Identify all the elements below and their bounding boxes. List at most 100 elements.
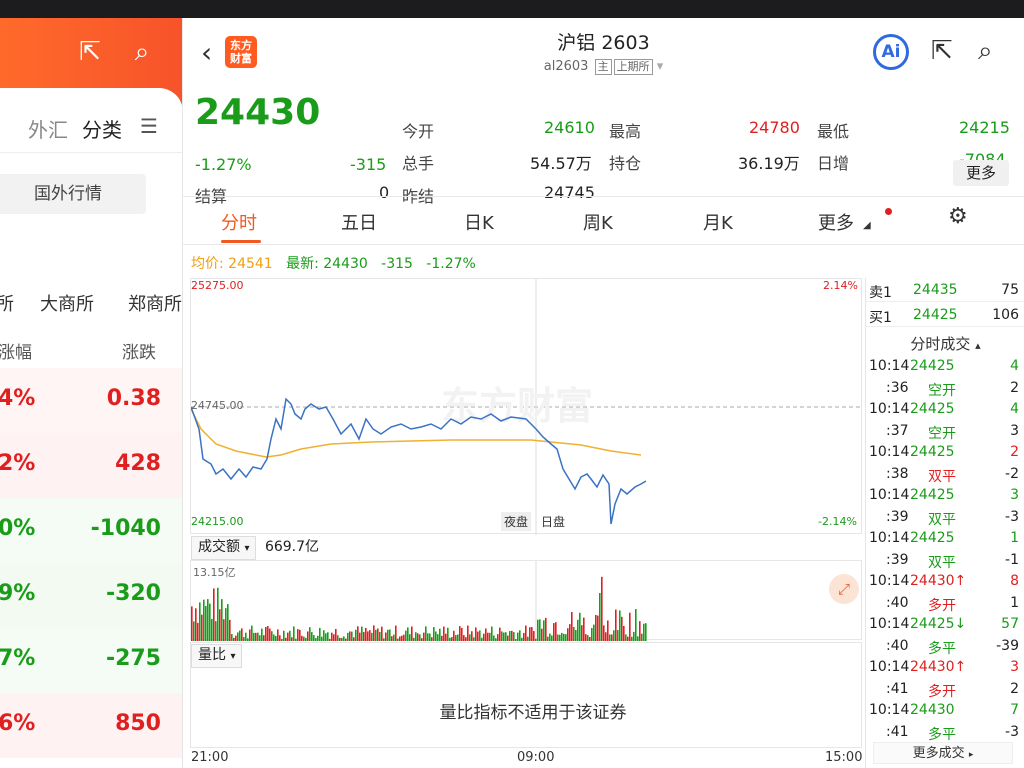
volume-bar — [383, 638, 385, 641]
list-item[interactable]: 0% -1040 — [0, 498, 182, 563]
tab-exchange-1[interactable]: 所 — [0, 290, 14, 316]
volume-bar — [237, 632, 239, 641]
col-header-pct[interactable]: 涨幅 — [0, 338, 32, 363]
volume-bar — [589, 636, 591, 641]
ai-button[interactable]: Ai — [873, 34, 909, 70]
more-trades-button[interactable]: 更多成交 ▸ — [873, 742, 1013, 764]
list-item[interactable]: 4% 0.38 — [0, 368, 182, 433]
volume-bar — [199, 602, 201, 641]
more-quote-button[interactable]: 更多 — [953, 160, 1009, 186]
volume-bar — [331, 632, 333, 641]
bottom-pct-label: -2.14% — [818, 515, 857, 528]
volume-bar — [443, 626, 445, 641]
trade-row: :39 双平 -3 — [866, 509, 1024, 530]
volume-bar — [611, 634, 613, 641]
tab-weekly-k[interactable]: 周K — [583, 209, 613, 235]
volume-bar — [301, 635, 303, 641]
divider — [183, 196, 1024, 197]
list-item[interactable]: 9% -320 — [0, 563, 182, 628]
volume-bar — [567, 628, 569, 641]
trade-price: 24425 — [910, 401, 955, 417]
volume-bar — [333, 634, 335, 641]
volume-bar — [329, 638, 331, 641]
volume-bar — [579, 612, 581, 641]
trades-header[interactable]: 分时成交 ▴ — [866, 333, 1024, 354]
volume-bar — [263, 635, 265, 641]
volume-bar — [529, 627, 531, 641]
volume-indicator-select[interactable]: 成交额 ▾ — [191, 536, 257, 560]
price-info-bar: 均价: 24541 最新: 24430 -315 -1.27% — [191, 253, 476, 273]
volume-bar — [635, 609, 637, 641]
trade-price: 24430 — [910, 702, 955, 718]
volume-bar — [393, 634, 395, 641]
volume-bar — [465, 637, 467, 641]
volume-chart[interactable]: 13.15亿 — [190, 560, 862, 641]
volume-bar — [397, 638, 399, 641]
trade-volume: 57 — [1001, 616, 1019, 632]
tab-monthly-k[interactable]: 月K — [703, 209, 733, 235]
volume-bar — [603, 625, 605, 641]
volume-bar — [521, 637, 523, 641]
trade-volume: 8 — [1010, 573, 1019, 589]
tab-more[interactable]: 更多 — [818, 209, 854, 235]
volume-bar — [303, 636, 305, 641]
quote-summary: 24430 -1.27% -315 结算 0 今开 24610 总手 54.57… — [183, 90, 1024, 206]
time-mid: 09:00 — [517, 750, 555, 765]
volume-bar — [401, 635, 403, 641]
trade-type: 多平 — [928, 726, 956, 743]
volume-bar — [323, 630, 325, 641]
col-header-chg[interactable]: 涨跌 — [122, 338, 156, 363]
trade-time: :39 — [886, 508, 909, 525]
tab-intraday[interactable]: 分时 — [221, 209, 257, 235]
bid-volume: 106 — [992, 307, 1019, 323]
volume-bar — [419, 634, 421, 641]
foreign-market-button[interactable]: 国外行情 — [0, 174, 146, 214]
list-item[interactable]: 6% 850 — [0, 693, 182, 758]
volume-select-label: 成交额 — [198, 539, 240, 555]
share-icon[interactable]: ⇱ — [74, 36, 106, 68]
volume-bar — [473, 637, 475, 641]
volume-bar — [535, 638, 537, 641]
tab-exchange-czce[interactable]: 郑商所 — [128, 290, 182, 316]
volume-bar — [487, 632, 489, 641]
list-item[interactable]: 7% -275 — [0, 628, 182, 693]
list-item[interactable]: 2% 428 — [0, 433, 182, 498]
volume-bar — [637, 636, 639, 641]
search-icon[interactable]: ⌕ — [978, 36, 993, 67]
chevron-right-icon: ▸ — [968, 750, 974, 760]
volume-bar — [467, 625, 469, 641]
volume-bar — [235, 635, 237, 641]
tab-forex[interactable]: 外汇 — [28, 114, 68, 143]
menu-icon[interactable]: ☰ — [140, 114, 158, 138]
volume-bar — [267, 626, 269, 641]
volume-bar — [391, 636, 393, 641]
volume-bar — [283, 630, 285, 641]
trade-time: :41 — [886, 723, 909, 740]
volume-bar — [255, 632, 257, 641]
volume-bar — [515, 638, 517, 641]
trade-price: 24430↑ — [910, 573, 967, 589]
share-icon[interactable]: ⇱ — [931, 36, 953, 66]
avg-price-label: 均价: — [191, 256, 224, 272]
tab-daily-k[interactable]: 日K — [464, 209, 494, 235]
top-price-label: 25275.00 — [191, 279, 244, 292]
volume-bar — [207, 599, 209, 641]
active-tab-underline — [221, 240, 261, 243]
trade-delta: -2 — [1005, 465, 1019, 482]
volume-bar — [453, 630, 455, 641]
volume-bar — [231, 634, 233, 641]
expand-icon[interactable]: ⤢ — [829, 574, 859, 604]
tab-five-day[interactable]: 五日 — [341, 209, 377, 235]
chart-period-tabs: 分时 五日 日K 周K 月K 更多 ◢ ⚙ — [183, 198, 1024, 244]
trade-delta: -1 — [1005, 551, 1019, 568]
volume-bar — [365, 627, 367, 641]
volume-bar — [505, 632, 507, 641]
trade-time: :39 — [886, 551, 909, 568]
volume-bar — [583, 617, 585, 641]
tab-category[interactable]: 分类 — [82, 114, 122, 143]
volume-bar — [249, 629, 251, 641]
settings-gear-icon[interactable]: ⚙ — [948, 204, 968, 229]
tab-exchange-dce[interactable]: 大商所 — [40, 290, 94, 316]
volume-bar — [507, 635, 509, 641]
search-icon[interactable]: ⌕ — [126, 36, 158, 68]
